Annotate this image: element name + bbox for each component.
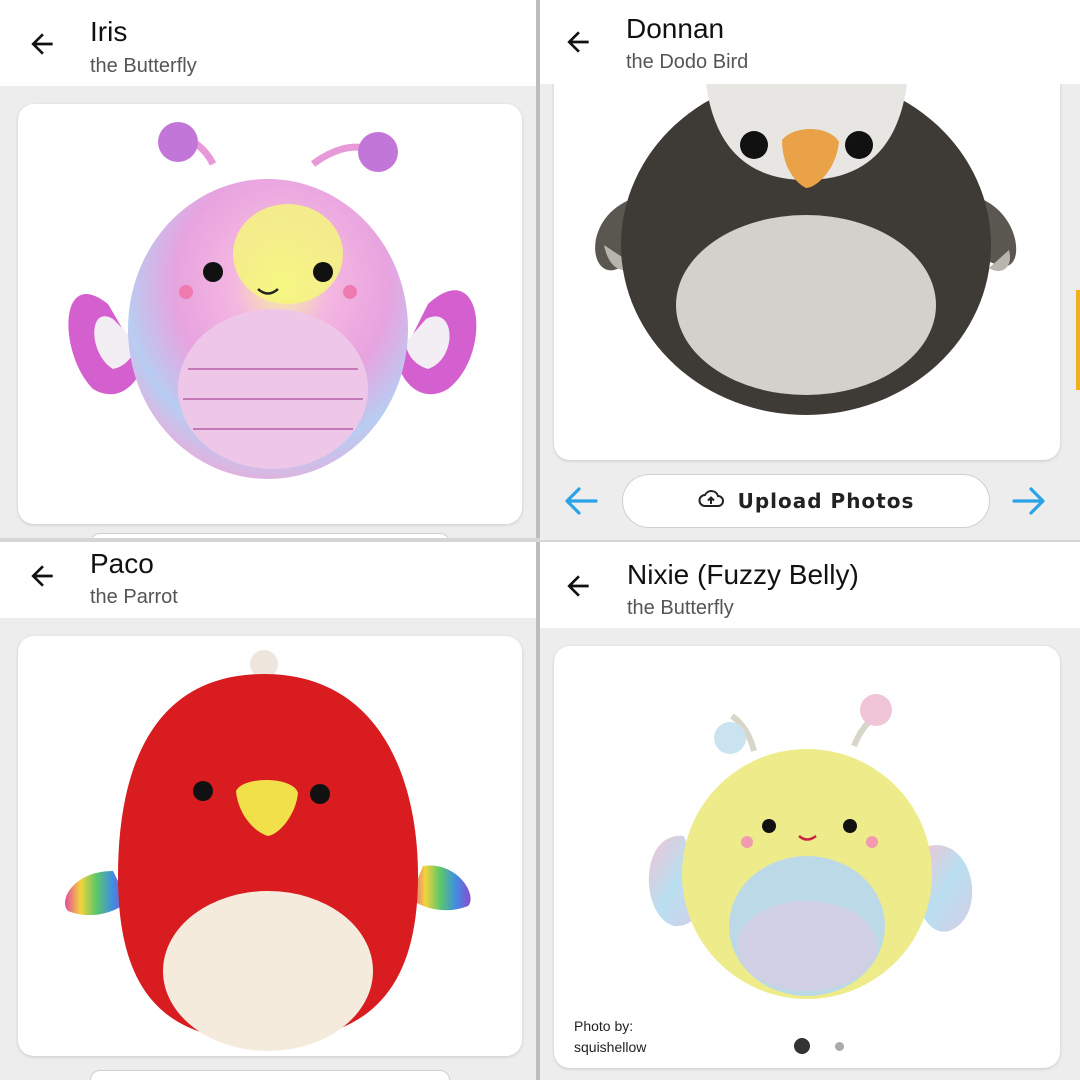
back-arrow-icon[interactable]: [26, 560, 58, 592]
page-subtitle: the Butterfly: [90, 55, 197, 77]
upload-photos-label: Upload Photos: [737, 489, 915, 513]
page-subtitle: the Parrot: [90, 586, 178, 608]
upload-photos-button[interactable]: Upload Photos: [622, 474, 990, 528]
photo-credit-author: squishellow: [574, 1039, 647, 1055]
page-subtitle: the Butterfly: [627, 597, 734, 619]
upload-button[interactable]: [90, 1070, 450, 1080]
cloud-upload-icon: [698, 489, 724, 514]
back-arrow-icon[interactable]: [26, 28, 58, 60]
page-title: Nixie (Fuzzy Belly): [627, 559, 859, 590]
panel-donnan: Donnan the Dodo Bird Upload Photos: [540, 0, 1080, 540]
carousel-dot[interactable]: [835, 1042, 844, 1051]
app-bar: Donnan the Dodo Bird: [540, 0, 1080, 84]
next-arrow-icon[interactable]: [1010, 483, 1050, 519]
back-arrow-icon[interactable]: [562, 570, 594, 602]
photo-credit-label: Photo by:: [574, 1018, 634, 1034]
page-title: Iris: [90, 16, 128, 47]
app-bar: Paco the Parrot: [0, 542, 536, 618]
plush-photo: [595, 70, 1017, 415]
plush-photo: [68, 122, 477, 479]
previous-arrow-icon[interactable]: [560, 483, 600, 519]
panel-iris: Iris the Butterfly: [0, 0, 536, 538]
upload-button[interactable]: [90, 533, 450, 538]
photo-card[interactable]: [554, 70, 1060, 460]
photo-card[interactable]: [18, 636, 522, 1056]
plush-photo: [65, 650, 471, 1051]
edge-image-strip: [1076, 290, 1080, 390]
app-bar: Iris the Butterfly: [0, 0, 536, 86]
page-title: Donnan: [626, 13, 725, 44]
back-arrow-icon[interactable]: [562, 26, 594, 58]
page-subtitle: the Dodo Bird: [626, 51, 749, 73]
page-title: Paco: [90, 548, 154, 579]
panel-paco: Paco the Parrot: [0, 542, 536, 1080]
carousel-dot-active[interactable]: [794, 1038, 810, 1054]
panel-nixie: Nixie (Fuzzy Belly) the Butterfly Photo …: [540, 542, 1080, 1080]
photo-credit: Photo by: squishellow: [574, 1016, 646, 1058]
photo-card[interactable]: [18, 104, 522, 524]
app-bar: Nixie (Fuzzy Belly) the Butterfly: [540, 542, 1080, 628]
plush-photo: [648, 694, 973, 999]
photo-card[interactable]: Photo by: squishellow: [554, 646, 1060, 1068]
